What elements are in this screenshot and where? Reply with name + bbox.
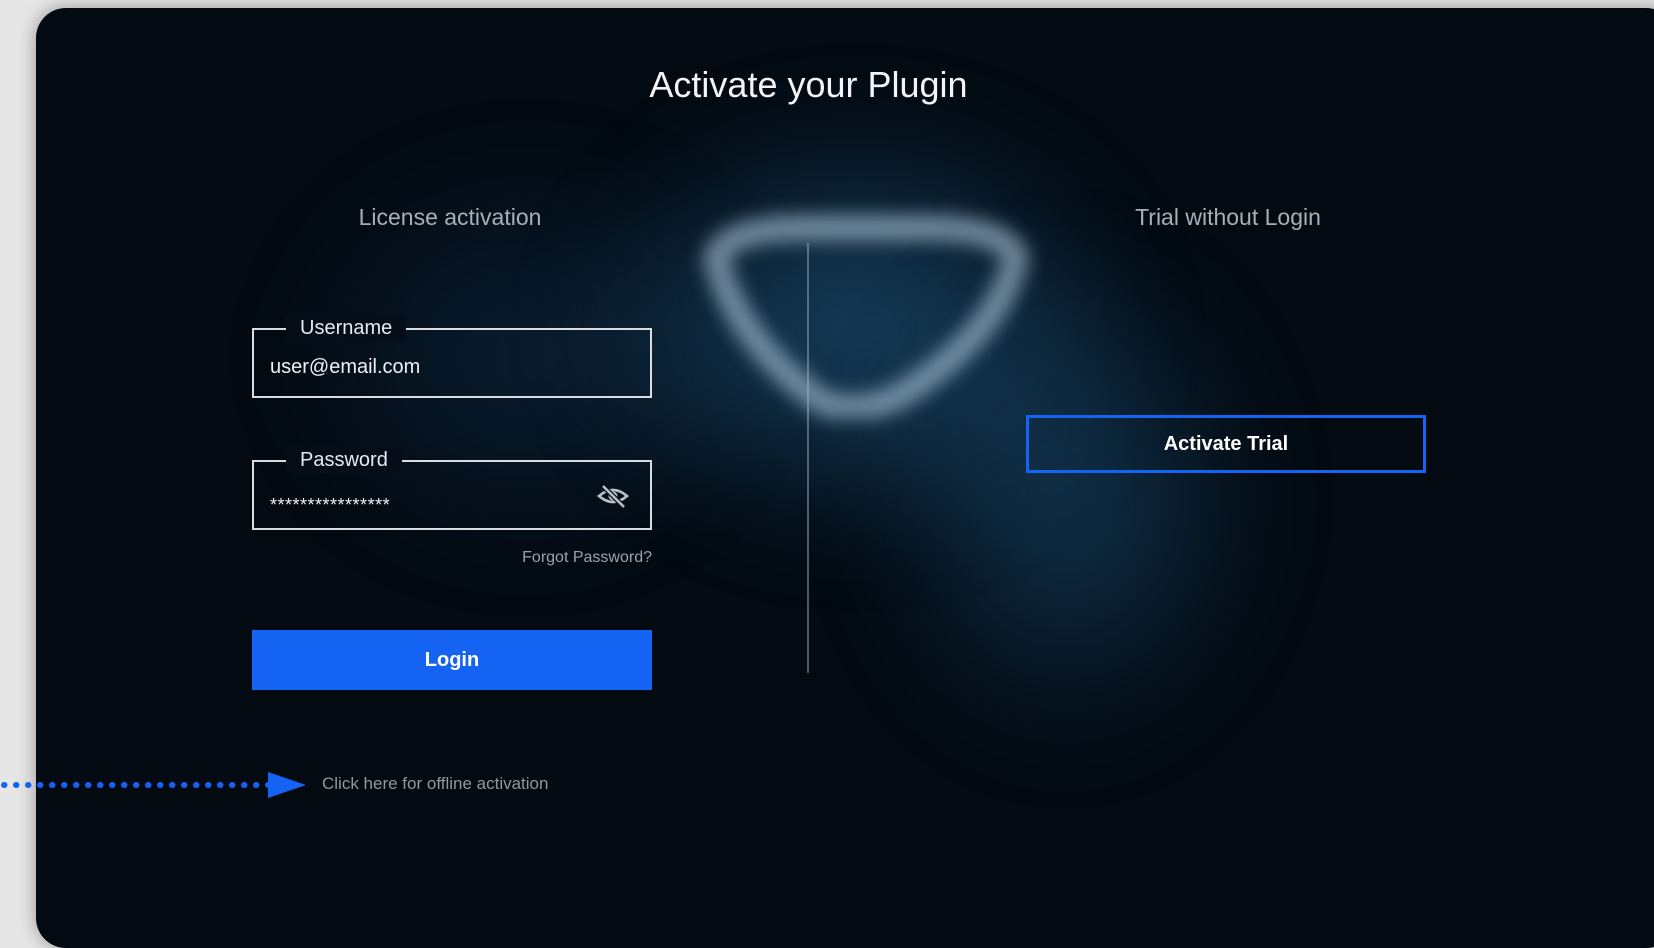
login-button[interactable]: Login [252,630,652,690]
page-title: Activate your Plugin [649,64,968,105]
password-value[interactable]: **************** [270,495,390,516]
callout-arrow-icon [1,772,306,798]
activate-trial-button[interactable]: Activate Trial [1026,415,1426,473]
blurred-logo-emblem [702,215,1030,418]
username-label: Username [286,315,407,341]
eye-slash-icon[interactable] [596,482,630,510]
forgot-password-link[interactable]: Forgot Password? [252,549,652,567]
license-activation-heading: License activation [358,204,542,230]
password-field[interactable]: Password **************** [252,447,652,530]
section-divider [807,243,809,673]
activation-dialog: Activate your Plugin License activation … [36,8,1654,948]
password-label: Password [286,447,402,473]
username-value[interactable]: user@email.com [270,356,420,379]
trial-heading: Trial without Login [1135,204,1321,230]
offline-activation-link[interactable]: Click here for offline activation [322,774,548,794]
username-field[interactable]: Username user@email.com [252,315,652,398]
